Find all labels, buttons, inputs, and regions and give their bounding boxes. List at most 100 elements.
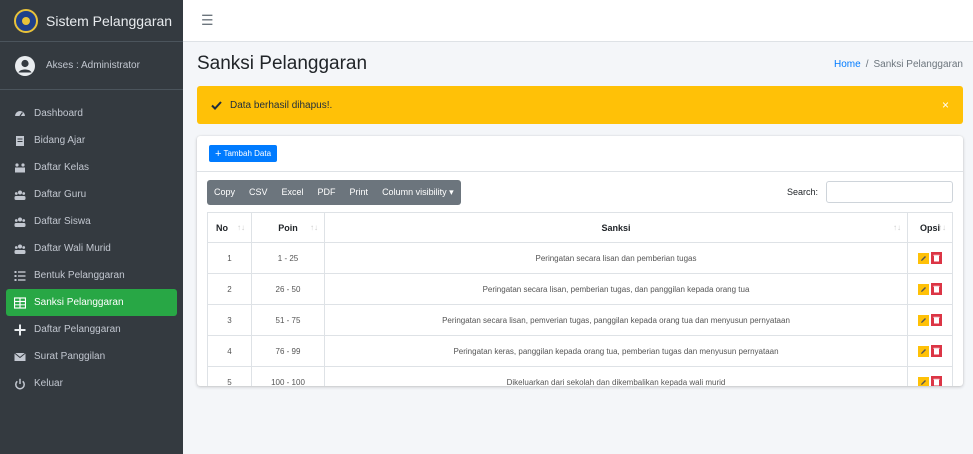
sidebar-item-daftar-kelas[interactable]: Daftar Kelas (6, 154, 177, 181)
edit-icon (921, 286, 926, 292)
menu-toggle-icon[interactable]: ☰ (201, 12, 214, 29)
alert-close-button[interactable]: × (942, 98, 949, 112)
brand-link[interactable]: Sistem Pelanggaran (0, 0, 183, 42)
page-title: Sanksi Pelanggaran (197, 53, 368, 74)
column-visibility-button[interactable]: Column visibility ▾ (375, 180, 461, 205)
user-panel: Akses : Administrator (0, 42, 183, 90)
edit-button[interactable] (918, 345, 929, 357)
card-header: + Tambah Data (197, 136, 963, 172)
sidebar-item-daftar-guru[interactable]: Daftar Guru (6, 181, 177, 208)
sidebar-item-daftar-pelanggaran[interactable]: Daftar Pelanggaran (6, 316, 177, 343)
edit-button[interactable] (918, 376, 929, 386)
sidebar-item-surat-panggilan[interactable]: Surat Panggilan (6, 343, 177, 370)
users-icon (14, 189, 26, 201)
edit-icon (921, 317, 926, 323)
cell-sanksi: Peringatan secara lisan dan pemberian tu… (324, 242, 908, 274)
sidebar-item-bidang-ajar[interactable]: Bidang Ajar (6, 127, 177, 154)
cell-poin: 51 - 75 (251, 304, 325, 336)
main-content: Sanksi Pelanggaran Home / Sanksi Pelanggar… (183, 42, 973, 454)
cell-sanksi: Peringatan secara lisan, pemberian tugas… (324, 273, 908, 305)
sidebar-item-label: Keluar (34, 378, 63, 389)
sidebar-item-label: Bentuk Pelanggaran (34, 270, 125, 281)
trash-icon (933, 285, 940, 293)
add-data-label: Tambah Data (223, 149, 272, 158)
sort-icon: ↑↓ (893, 223, 901, 232)
cell-sanksi: Peringatan secara lisan, pemverian tugas… (324, 304, 908, 336)
cell-no: 5 (207, 366, 252, 386)
export-button-group: Copy CSV Excel PDF Print Column visibili… (207, 179, 461, 205)
alert-body: Data berhasil dihapus!. (211, 100, 332, 111)
copy-button[interactable]: Copy (207, 180, 242, 205)
plus-icon: + (215, 147, 222, 160)
cell-poin: 76 - 99 (251, 335, 325, 367)
cell-no: 3 (207, 304, 252, 336)
success-alert: Data berhasil dihapus!. × (197, 86, 963, 124)
check-icon (211, 100, 222, 110)
delete-button[interactable] (931, 314, 942, 326)
cell-sanksi: Peringatan keras, panggilan kepada orang… (324, 335, 908, 367)
sanksi-table: No ↑↓ Poin ↑↓ Sanksi ↑↓ Opsi ↑↓ 1 1 - 25 Per… (207, 212, 953, 386)
table-row: 3 51 - 75 Peringatan secara lisan, pemve… (207, 304, 953, 336)
print-button[interactable]: Print (343, 180, 376, 205)
content-header: Sanksi Pelanggaran Home / Sanksi Pelanggar… (197, 42, 963, 86)
sidebar-item-daftar-siswa[interactable]: Daftar Siswa (6, 208, 177, 235)
pdf-button[interactable]: PDF (311, 180, 343, 205)
search-input[interactable] (826, 181, 953, 203)
cell-poin: 1 - 25 (251, 242, 325, 274)
sidebar-item-label: Daftar Kelas (34, 162, 90, 173)
cell-no: 1 (207, 242, 252, 274)
trash-icon (933, 316, 940, 324)
cell-no: 2 (207, 273, 252, 305)
table-row: 2 26 - 50 Peringatan secara lisan, pembe… (207, 273, 953, 305)
cell-sanksi: Dikeluarkan dari sekolah dan dikembalika… (324, 366, 908, 386)
sidebar-item-keluar[interactable]: Keluar (6, 370, 177, 397)
edit-button[interactable] (918, 283, 929, 295)
alert-message: Data berhasil dihapus!. (230, 99, 333, 111)
class-icon (14, 162, 26, 174)
sidebar-item-dashboard[interactable]: Dashboard (6, 100, 177, 127)
brand-title: Sistem Pelanggaran (46, 12, 173, 29)
sidebar-nav: Dashboard Bidang Ajar Daftar Kelas Dafta… (0, 90, 183, 397)
table-row: 5 100 - 100 Dikeluarkan dari sekolah dan… (207, 366, 953, 386)
delete-button[interactable] (931, 376, 942, 386)
delete-button[interactable] (931, 252, 942, 264)
sidebar-item-label: Sanksi Pelanggaran (34, 297, 124, 308)
sidebar-item-label: Daftar Siswa (34, 216, 91, 227)
sidebar-item-label: Daftar Wali Murid (34, 243, 111, 254)
delete-button[interactable] (931, 283, 942, 295)
excel-button[interactable]: Excel (275, 180, 311, 205)
user-circle-icon (14, 55, 36, 77)
trash-icon (933, 347, 940, 355)
cell-opsi (907, 366, 953, 386)
breadcrumb-separator: / (865, 58, 869, 70)
edit-button[interactable] (918, 252, 929, 264)
sort-icon: ↑↓ (237, 223, 245, 232)
trash-icon (933, 254, 940, 262)
column-header-sanksi[interactable]: Sanksi ↑↓ (324, 212, 908, 243)
add-data-button[interactable]: + Tambah Data (209, 145, 278, 162)
top-navbar: ☰ (183, 0, 973, 42)
plus-icon (14, 324, 26, 336)
breadcrumb-home-link[interactable]: Home (834, 59, 861, 70)
delete-button[interactable] (931, 345, 942, 357)
csv-button[interactable]: CSV (242, 180, 275, 205)
edit-icon (921, 348, 926, 354)
column-header-poin[interactable]: Poin ↑↓ (251, 212, 325, 243)
breadcrumb-current: Sanksi Pelanggaran (873, 58, 963, 70)
table-toolbar: Copy CSV Excel PDF Print Column visibili… (207, 172, 953, 212)
cell-poin: 26 - 50 (251, 273, 325, 305)
sidebar-item-sanksi-pelanggaran[interactable]: Sanksi Pelanggaran (6, 289, 177, 316)
data-card: + Tambah Data Copy CSV Excel PDF Print Co… (197, 136, 963, 386)
trash-icon (933, 378, 940, 386)
sidebar-item-daftar-wali-murid[interactable]: Daftar Wali Murid (6, 235, 177, 262)
column-header-no[interactable]: No ↑↓ (207, 212, 252, 243)
edit-icon (921, 379, 926, 385)
cell-poin: 100 - 100 (251, 366, 325, 386)
sidebar: Sistem Pelanggaran Akses : Administrator… (0, 0, 183, 454)
users-icon (14, 216, 26, 228)
edit-button[interactable] (918, 314, 929, 326)
brand-logo (14, 8, 38, 33)
column-header-opsi[interactable]: Opsi ↑↓ (907, 212, 953, 243)
sidebar-item-bentuk-pelanggaran[interactable]: Bentuk Pelanggaran (6, 262, 177, 289)
sidebar-item-label: Surat Panggilan (34, 351, 106, 362)
